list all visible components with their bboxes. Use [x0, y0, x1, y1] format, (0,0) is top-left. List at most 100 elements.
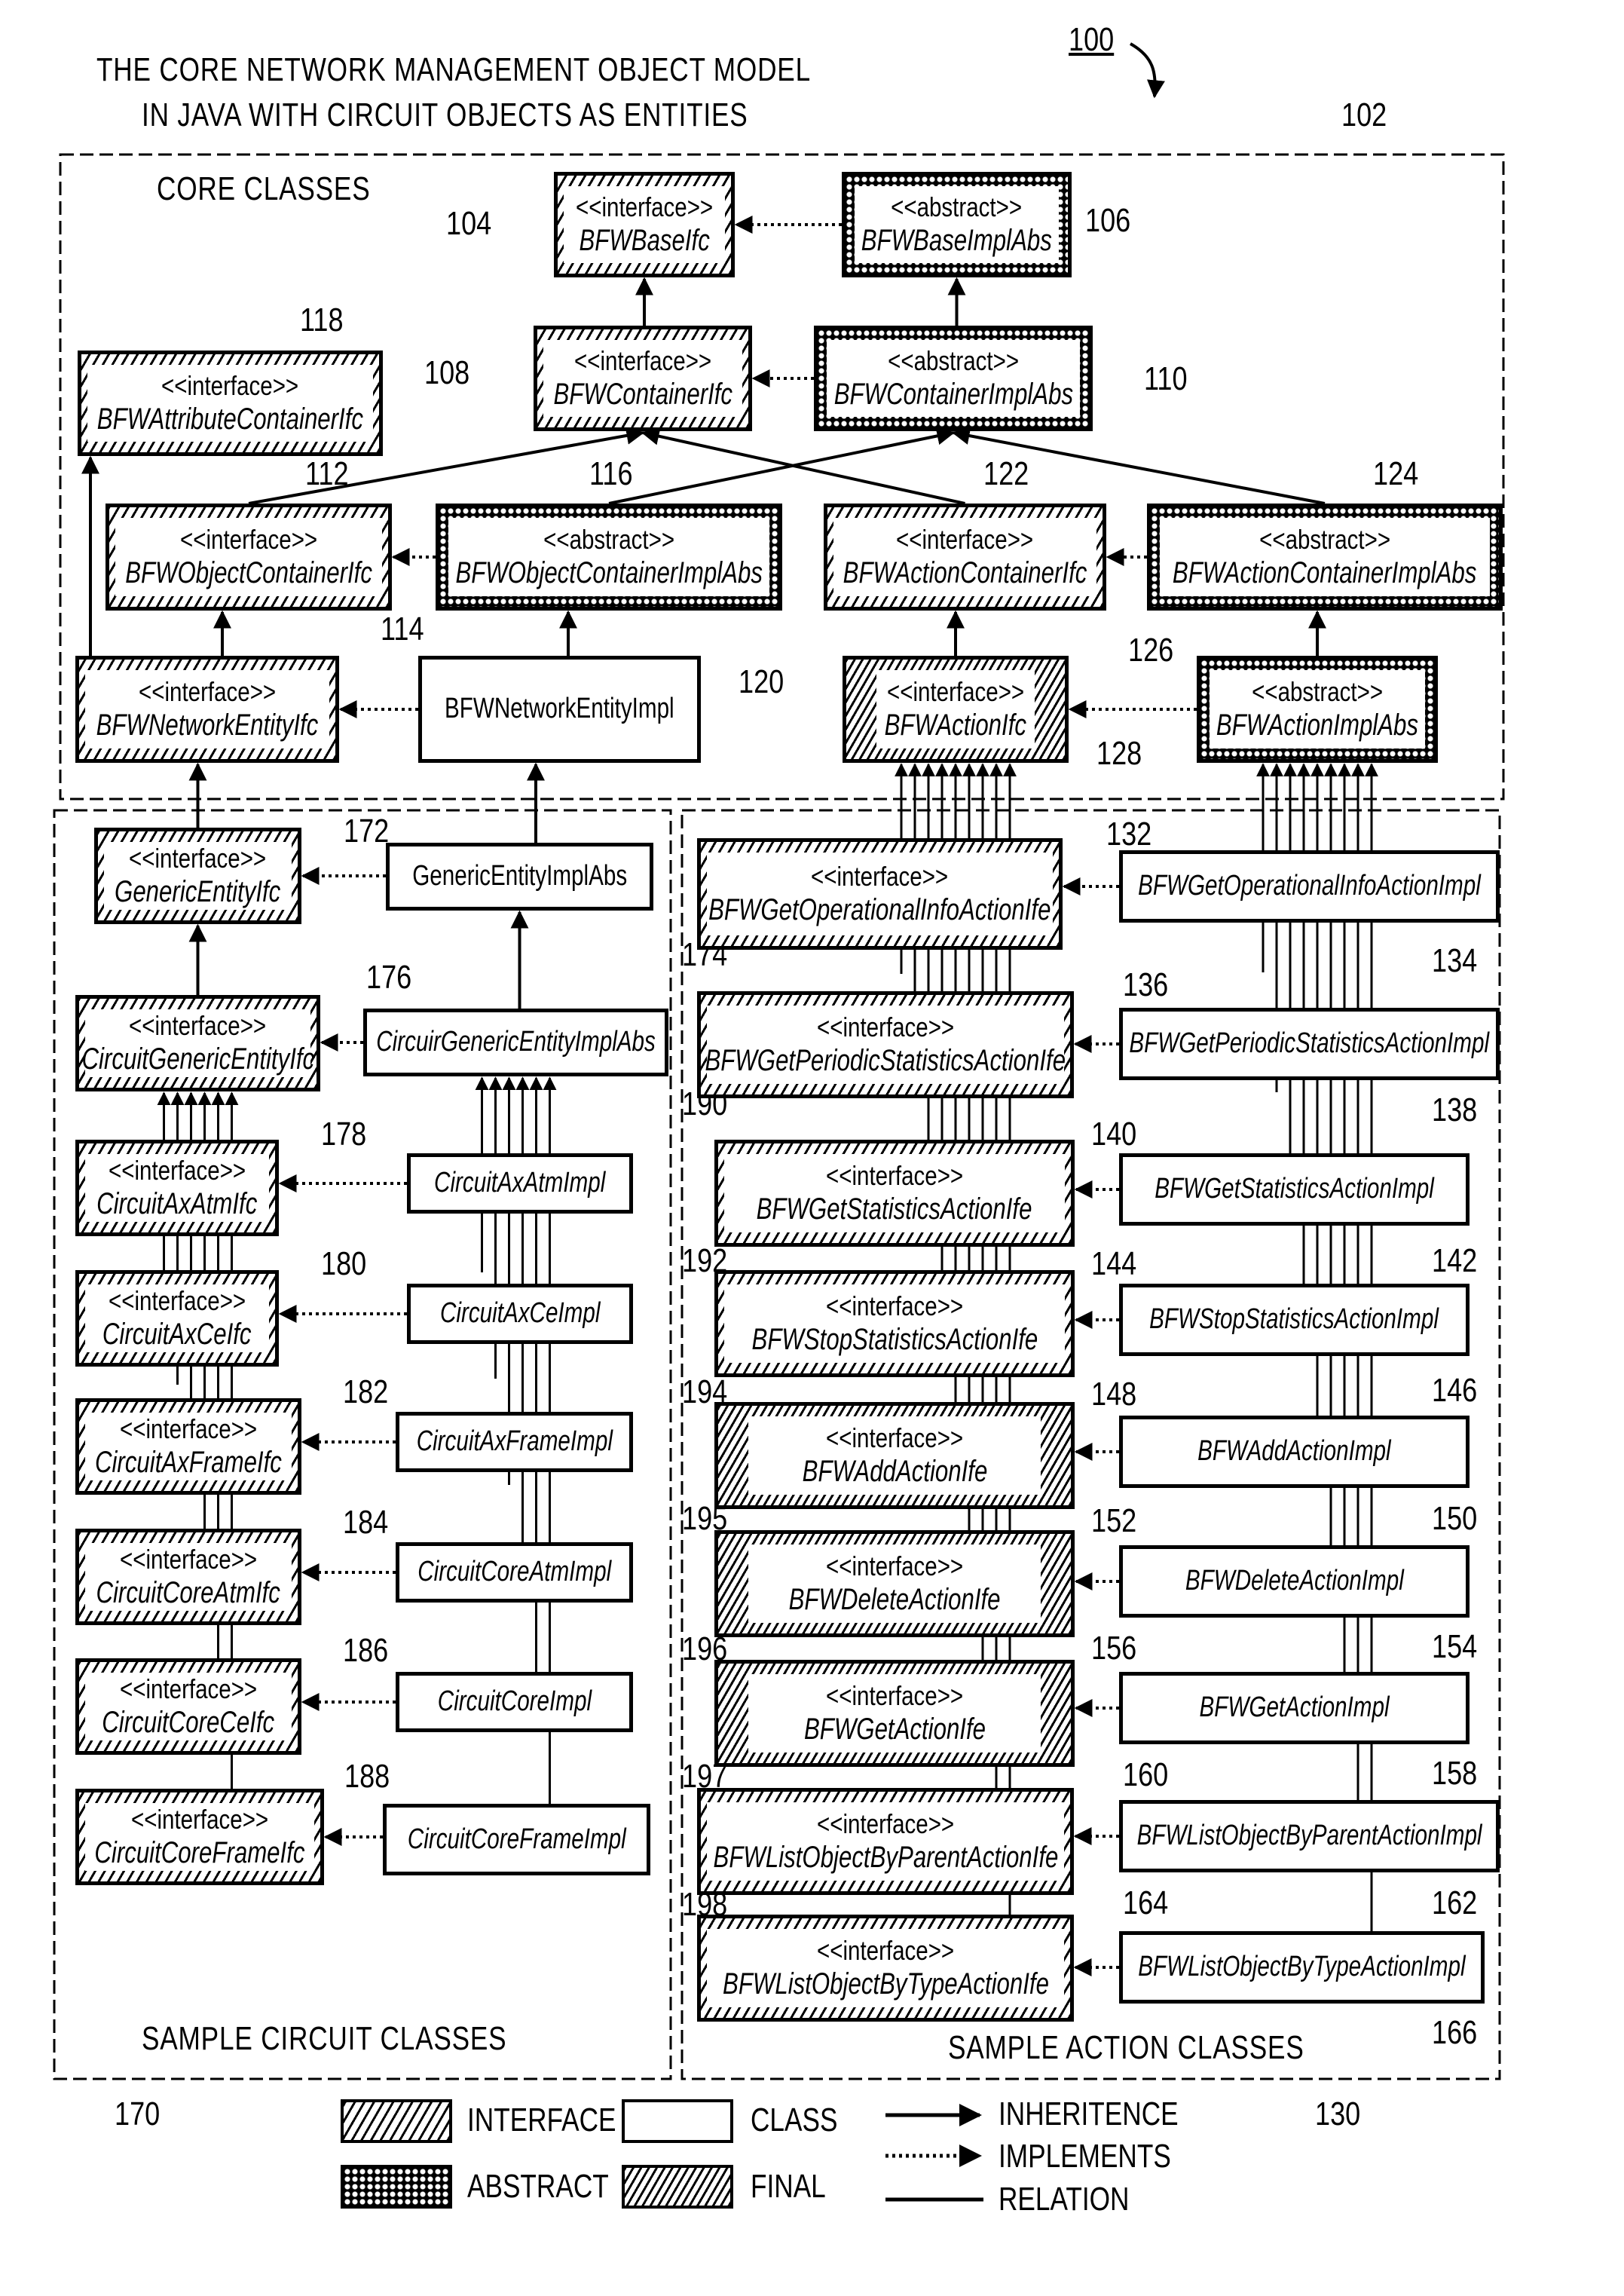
class-name: BFWActionContainerIfc [843, 556, 1087, 589]
class-name: BFWContainerIfc [553, 377, 732, 411]
class-name: CircuitAxCeImpl [439, 1297, 601, 1330]
stereotype-label: <<abstract>> [1252, 676, 1383, 708]
class-name: CircuitCoreCeIfc [102, 1705, 275, 1739]
class-box-190[interactable]: CircuirGenericEntityImplAbs [363, 1009, 668, 1076]
class-box-126[interactable]: <<interface>> BFWActionIfc [843, 656, 1069, 763]
class-box-164[interactable]: <<interface>> BFWListObjectByTypeActionIf… [697, 1915, 1074, 2022]
class-box-184[interactable]: <<interface>> CircuitCoreAtmIfc [75, 1529, 301, 1625]
class-name: BFWListObjectByTypeActionImpl [1138, 1951, 1466, 1983]
stereotype-label: <<interface>> [130, 1804, 269, 1835]
class-box-136[interactable]: <<interface>> BFWGetPeriodicStatisticsAct… [697, 991, 1074, 1098]
stereotype-label: <<interface>> [119, 1544, 258, 1575]
reference-numeral: 116 [589, 455, 633, 492]
class-box-182[interactable]: <<interface>> CircuitAxFrameIfc [75, 1398, 301, 1495]
class-name: BFWActionContainerImplAbs [1173, 556, 1477, 589]
class-name: BFWGetStatisticsActionImpl [1155, 1173, 1434, 1205]
reference-numeral: 138 [1432, 1091, 1478, 1128]
class-box-body: CircuitAxFrameImpl [402, 1419, 626, 1465]
class-box-176[interactable]: <<interface>> CircuitGenericEntityIfc [75, 995, 320, 1091]
class-box-178[interactable]: <<interface>> CircuitAxAtmIfc [75, 1140, 279, 1236]
class-name: CircuitCoreFrameIfc [94, 1835, 305, 1869]
class-box-144[interactable]: <<interface>> BFWStopStatisticsActionIfe [714, 1270, 1075, 1377]
class-box-110[interactable]: <<abstract>> BFWContainerImplAbs [814, 326, 1093, 431]
class-name: CircuitCoreFrameImpl [407, 1823, 626, 1855]
region-action-label: SAMPLE ACTION CLASSES [948, 2029, 1304, 2066]
class-box-160[interactable]: <<interface>> BFWListObjectByParentAction… [697, 1788, 1074, 1895]
reference-numeral: 140 [1091, 1116, 1137, 1153]
class-box-104[interactable]: <<interface>> BFWBaseIfc [554, 172, 735, 277]
class-box-124[interactable]: <<abstract>> BFWActionContainerImplAbs [1147, 504, 1503, 611]
legend-swatch-interface [341, 2099, 452, 2143]
class-box-body: <<interface>> GenericEntityIfc [104, 842, 292, 910]
class-box-132[interactable]: <<interface>> BFWGetOperationalInfoAction… [697, 838, 1063, 950]
class-box-140[interactable]: <<interface>> BFWGetStatisticsActionIfe [714, 1140, 1075, 1247]
class-box-158[interactable]: BFWGetActionImpl [1119, 1672, 1470, 1744]
class-name: BFWAttributeContainerIfc [96, 402, 364, 436]
stereotype-label: <<interface>> [816, 1935, 955, 1967]
class-box-156[interactable]: <<interface>> BFWGetActionIfe [714, 1660, 1075, 1767]
class-name: BFWDeleteActionImpl [1185, 1565, 1404, 1597]
class-box-154[interactable]: BFWDeleteActionImpl [1119, 1545, 1470, 1618]
class-box-106[interactable]: <<abstract>> BFWBaseImplAbs [842, 172, 1072, 277]
class-box-195[interactable]: CircuitAxFrameImpl [396, 1412, 633, 1472]
region-action-ref: 130 [1315, 2095, 1361, 2132]
class-box-108[interactable]: <<interface>> BFWContainerIfc [534, 326, 752, 431]
class-name: BFWAddActionImpl [1197, 1435, 1391, 1468]
class-box-body: <<interface>> BFWGetOperationalInfoAction… [707, 853, 1053, 935]
stereotype-label: <<interface>> [119, 1413, 258, 1445]
class-box-138[interactable]: BFWGetPeriodicStatisticsActionImpl [1119, 1008, 1500, 1080]
class-box-112[interactable]: <<interface>> BFWObjectContainerIfc [106, 504, 392, 611]
class-box-120[interactable]: BFWNetworkEntityImpl [418, 656, 701, 763]
class-box-150[interactable]: BFWAddActionImpl [1119, 1416, 1470, 1488]
reference-numeral: 122 [983, 455, 1029, 492]
class-box-148[interactable]: <<interface>> BFWAddActionIfe [714, 1402, 1075, 1509]
class-box-128[interactable]: <<abstract>> BFWActionImplAbs [1197, 656, 1438, 763]
class-box-198[interactable]: CircuitCoreFrameImpl [383, 1804, 650, 1875]
class-box-162[interactable]: BFWListObjectByParentActionImpl [1119, 1800, 1500, 1872]
class-name: BFWDeleteActionIfe [788, 1582, 1001, 1616]
class-box-body: BFWListObjectByTypeActionImpl [1126, 1938, 1478, 1997]
class-box-body: BFWAddActionImpl [1126, 1422, 1463, 1481]
class-box-174[interactable]: GenericEntityImplAbs [386, 843, 653, 911]
legend-swatch-final [622, 2165, 733, 2209]
class-box-196[interactable]: CircuitCoreAtmImpl [396, 1542, 633, 1603]
reference-numeral: 126 [1128, 632, 1174, 669]
reference-numeral: 164 [1123, 1884, 1169, 1921]
class-box-body: CircuitAxAtmImpl [414, 1160, 626, 1207]
reference-numeral: 128 [1096, 735, 1142, 772]
class-box-192[interactable]: CircuitAxAtmImpl [407, 1153, 633, 1214]
class-name: BFWGetPeriodicStatisticsActionImpl [1129, 1027, 1490, 1060]
class-box-body: CircuitCoreAtmImpl [402, 1549, 626, 1596]
class-box-180[interactable]: <<interface>> CircuitAxCeIfc [75, 1270, 279, 1367]
legend-label-inheritance: INHERITENCE [999, 2095, 1179, 2132]
class-box-166[interactable]: BFWListObjectByTypeActionImpl [1119, 1931, 1485, 2004]
class-name: BFWGetStatisticsActionIfe [757, 1192, 1032, 1226]
reference-numeral: 120 [739, 663, 784, 700]
class-name: CircuitAxFrameIfc [95, 1445, 282, 1479]
class-name: CircuitAxAtmImpl [434, 1167, 606, 1199]
class-box-172[interactable]: <<interface>> GenericEntityIfc [94, 828, 301, 924]
class-box-134[interactable]: BFWGetOperationalInfoActionImpl [1119, 850, 1500, 923]
class-box-118[interactable]: <<interface>> BFWAttributeContainerIfc [78, 351, 383, 456]
class-box-194[interactable]: CircuitAxCeImpl [407, 1284, 633, 1344]
reference-numeral: 154 [1432, 1628, 1478, 1665]
class-box-body: <<interface>> BFWBaseIfc [564, 186, 725, 263]
class-box-186[interactable]: <<interface>> CircuitCoreCeIfc [75, 1658, 301, 1755]
class-box-body: <<interface>> CircuitGenericEntityIfc [81, 1009, 314, 1077]
class-box-146[interactable]: BFWStopStatisticsActionImpl [1119, 1284, 1470, 1356]
legend-label-class: CLASS [751, 2102, 838, 2138]
class-box-116[interactable]: <<abstract>> BFWObjectContainerImplAbs [436, 504, 782, 611]
class-name: CircuitAxAtmIfc [96, 1186, 258, 1220]
reference-numeral: 180 [321, 1245, 367, 1282]
class-box-152[interactable]: <<interface>> BFWDeleteActionIfe [714, 1530, 1075, 1637]
class-box-122[interactable]: <<interface>> BFWActionContainerIfc [824, 504, 1106, 611]
reference-numeral: 166 [1432, 2014, 1478, 2051]
class-box-body: <<interface>> BFWGetStatisticsActionIfe [724, 1154, 1065, 1232]
class-box-197[interactable]: CircuitCoreImpl [396, 1672, 633, 1732]
reference-numeral: 148 [1091, 1376, 1137, 1413]
class-box-114[interactable]: <<interface>> BFWNetworkEntityIfc [75, 656, 339, 763]
stereotype-label: <<interface>> [138, 676, 277, 708]
class-name: CircuitAxFrameImpl [416, 1425, 613, 1458]
class-box-142[interactable]: BFWGetStatisticsActionImpl [1119, 1153, 1470, 1226]
class-box-188[interactable]: <<interface>> CircuitCoreFrameIfc [75, 1789, 324, 1885]
